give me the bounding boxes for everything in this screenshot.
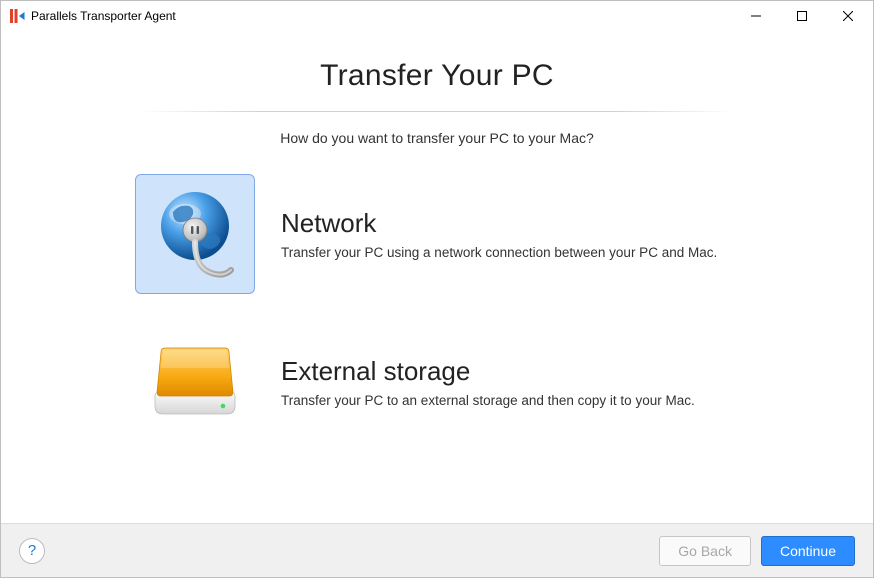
footer: ? Go Back Continue: [1, 523, 873, 577]
help-icon: ?: [28, 542, 36, 559]
page-subtitle: How do you want to transfer your PC to y…: [280, 130, 594, 146]
go-back-button[interactable]: Go Back: [659, 536, 751, 566]
window-title: Parallels Transporter Agent: [31, 9, 176, 23]
option-external-title: External storage: [281, 356, 767, 387]
window-controls: [733, 1, 871, 31]
content-area: Transfer Your PC How do you want to tran…: [1, 31, 873, 523]
divider: [140, 111, 734, 112]
close-button[interactable]: [825, 1, 871, 31]
option-network-text: Network Transfer your PC using a network…: [281, 208, 767, 260]
help-button[interactable]: ?: [19, 538, 45, 564]
minimize-button[interactable]: [733, 1, 779, 31]
page-title: Transfer Your PC: [320, 59, 554, 93]
maximize-button[interactable]: [779, 1, 825, 31]
continue-button[interactable]: Continue: [761, 536, 855, 566]
options-list: Network Transfer your PC using a network…: [107, 174, 767, 442]
titlebar: Parallels Transporter Agent: [1, 1, 873, 31]
external-storage-icon: [135, 322, 255, 442]
option-network-description: Transfer your PC using a network connect…: [281, 245, 767, 260]
option-network-title: Network: [281, 208, 767, 239]
network-icon: [135, 174, 255, 294]
option-external-description: Transfer your PC to an external storage …: [281, 393, 767, 408]
option-external-text: External storage Transfer your PC to an …: [281, 356, 767, 408]
option-network[interactable]: Network Transfer your PC using a network…: [135, 174, 767, 294]
option-external-storage[interactable]: External storage Transfer your PC to an …: [135, 322, 767, 442]
app-icon: [9, 8, 25, 24]
